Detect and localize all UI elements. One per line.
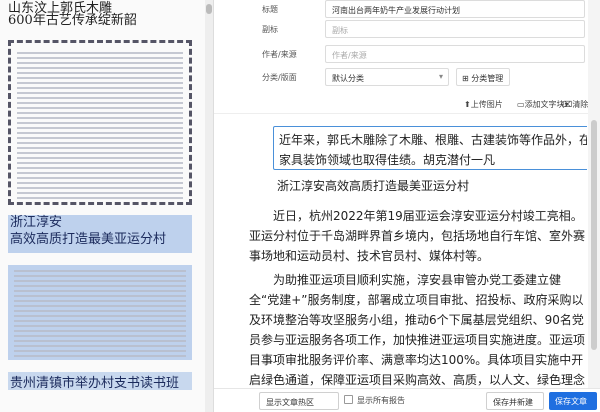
save-article-button[interactable]: 保存文章 bbox=[549, 392, 597, 410]
scan-text-block bbox=[11, 49, 189, 202]
upload-image-button[interactable]: ⬆上传图片 bbox=[464, 99, 503, 110]
show-all-reports-label: 显示所有报告 bbox=[357, 396, 405, 405]
author-input[interactable]: 作者/来源 bbox=[325, 45, 585, 63]
article-title-line1: 浙江淳安 bbox=[10, 215, 63, 230]
subtitle-label: 副标 bbox=[262, 25, 278, 34]
category-label: 分类/版面 bbox=[262, 73, 297, 82]
show-hot-area-button[interactable]: 显示文章热区 bbox=[259, 392, 339, 410]
author-label: 作者/来源 bbox=[262, 50, 297, 59]
content-paragraph-3: 为助推亚运项目顺利实施，淳安县审管办党工委建立健全“党建+”服务制度，部署成立项… bbox=[249, 273, 586, 386]
newspaper-headline-line2: 600年古艺传承绽新韶 bbox=[8, 13, 137, 28]
category-select[interactable]: 默认分类 ▾ bbox=[325, 68, 449, 86]
editor-scrollbar-thumb[interactable] bbox=[591, 120, 597, 350]
newspaper-scan-panel[interactable]: 山东汶上郭氏木雕 600年古艺传承绽新韶 浙江淳安 高效高质打造最美亚运分村 贵… bbox=[0, 0, 205, 412]
upload-image-label: 上传图片 bbox=[470, 100, 503, 109]
subtitle-row: 副标 副标 bbox=[214, 20, 600, 42]
editor-panel: 标题 河南出台两年奶牛产业发展行动计划 副标 副标 作者/来源 作者/来源 分类… bbox=[213, 0, 600, 412]
chevron-down-icon: ▾ bbox=[438, 72, 443, 81]
content-heading: 浙江淳安高效高质打造最美亚运分村 bbox=[277, 179, 470, 193]
clear-label: 清除 bbox=[572, 100, 589, 109]
article-content-editor[interactable]: 近年来，郭氏木雕除了木雕、根雕、古建装饰等作品外，在家具装饰领域也取得佳绩。胡克… bbox=[249, 118, 587, 386]
category-value: 默认分类 bbox=[332, 74, 364, 83]
category-row: 分类/版面 默认分类 ▾ ⊞ 分类管理 bbox=[214, 68, 600, 90]
title-label: 标题 bbox=[262, 5, 278, 14]
add-textbox-label: 添加文字块 bbox=[524, 100, 565, 109]
article-region-selected-body[interactable] bbox=[8, 265, 192, 360]
content-paragraph-1: 近年来，郭氏木雕除了木雕、根雕、古建装饰等作品外，在家具装饰领域也取得佳绩。胡克… bbox=[279, 133, 587, 167]
author-row: 作者/来源 作者/来源 bbox=[214, 45, 600, 67]
bottom-action-bar: 显示文章热区 显示所有报告 保存并新建 保存文章 bbox=[214, 388, 600, 412]
upload-icon: ⬆ bbox=[464, 100, 471, 109]
left-scrollbar[interactable] bbox=[205, 0, 213, 412]
save-and-new-button[interactable]: 保存并新建 bbox=[486, 392, 544, 410]
title-input[interactable]: 河南出台两年奶牛产业发展行动计划 bbox=[325, 0, 585, 18]
editor-toolbar: ⬆上传图片 ▭添加文字块▾ ⌫清除 bbox=[214, 96, 600, 114]
article-title-line2: 高效高质打造最美亚运分村 bbox=[10, 232, 167, 247]
eraser-icon: ⌫ bbox=[561, 100, 573, 109]
category-manage-button[interactable]: ⊞ 分类管理 bbox=[456, 68, 510, 86]
clear-button[interactable]: ⌫清除 bbox=[561, 99, 588, 110]
show-all-reports-checkbox[interactable] bbox=[344, 395, 353, 404]
content-paragraph-2: 近日，杭州2022年第19届亚运会淳安亚运分村竣工亮相。亚运分村位于千岛湖畔界首… bbox=[249, 209, 586, 263]
article-region-dashed[interactable] bbox=[8, 40, 192, 205]
scan-text-block bbox=[8, 267, 192, 360]
subtitle-input[interactable]: 副标 bbox=[325, 20, 585, 38]
left-scrollbar-thumb[interactable] bbox=[206, 4, 212, 14]
grid-icon: ⊞ bbox=[462, 74, 469, 83]
textbox-icon: ▭ bbox=[517, 100, 525, 109]
bottom-headline: 贵州清镇市举办村支书读书班 bbox=[10, 376, 180, 391]
title-row: 标题 河南出台两年奶牛产业发展行动计划 bbox=[214, 0, 600, 22]
category-manage-label: 分类管理 bbox=[471, 74, 504, 83]
